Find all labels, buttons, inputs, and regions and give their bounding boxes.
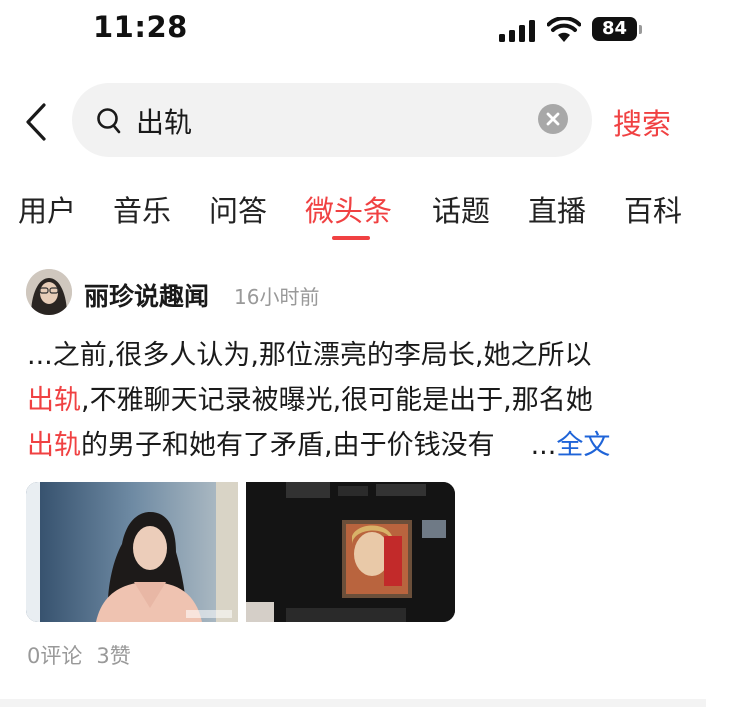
section-divider: [0, 699, 706, 707]
clear-icon[interactable]: [538, 104, 568, 134]
tab-micro-headlines[interactable]: 微头条: [305, 188, 392, 230]
cellular-signal-icon: [499, 20, 537, 42]
battery-icon: 84: [592, 17, 637, 41]
tab-users[interactable]: 用户: [18, 188, 76, 230]
highlighted-keyword: 出轨: [27, 430, 81, 461]
post-text-segment: ...之前,很多人认为,那位漂亮的李局长,她之所以: [27, 340, 592, 371]
back-arrow-icon[interactable]: [22, 102, 52, 142]
search-icon: [97, 108, 121, 134]
status-time: 11:28: [93, 10, 188, 44]
tab-live[interactable]: 直播: [528, 188, 586, 230]
wifi-icon: [547, 17, 581, 42]
post-text-segment: 的男子和她有了矛盾,由于价钱没有: [81, 430, 495, 461]
post-stats: 0评论 3赞: [27, 640, 131, 670]
post-line-3: 出轨的男子和她有了矛盾,由于价钱没有 ...全文: [27, 423, 687, 468]
author-name[interactable]: 丽珍说趣闻: [84, 277, 209, 313]
tab-qa[interactable]: 问答: [209, 188, 267, 230]
search-button[interactable]: 搜索: [613, 101, 671, 143]
post-timestamp: 16小时前: [234, 285, 320, 309]
tab-music[interactable]: 音乐: [113, 188, 171, 230]
avatar[interactable]: [26, 269, 72, 315]
post-line-1: ...之前,很多人认为,那位漂亮的李局长,她之所以: [27, 333, 687, 378]
comment-count[interactable]: 0评论: [27, 644, 82, 668]
active-tab-indicator: [332, 236, 370, 240]
post-text-segment: ,不雅聊天记录被曝光,很可能是出于,那名她: [81, 385, 593, 416]
search-query[interactable]: 出轨: [136, 101, 192, 141]
read-more-link[interactable]: 全文: [556, 430, 610, 461]
post-image-1[interactable]: [26, 482, 238, 622]
tab-encyclopedia[interactable]: 百科: [624, 188, 682, 230]
highlighted-keyword: 出轨: [27, 385, 81, 416]
like-count[interactable]: 3赞: [96, 644, 130, 668]
post-line-2: 出轨,不雅聊天记录被曝光,很可能是出于,那名她: [27, 378, 687, 423]
tab-topics[interactable]: 话题: [432, 188, 490, 230]
post-text[interactable]: ...之前,很多人认为,那位漂亮的李局长,她之所以 出轨,不雅聊天记录被曝光,很…: [27, 333, 687, 468]
ellipsis: ...: [530, 430, 557, 461]
battery-nub: [639, 25, 642, 34]
post-image-2[interactable]: [246, 482, 455, 622]
